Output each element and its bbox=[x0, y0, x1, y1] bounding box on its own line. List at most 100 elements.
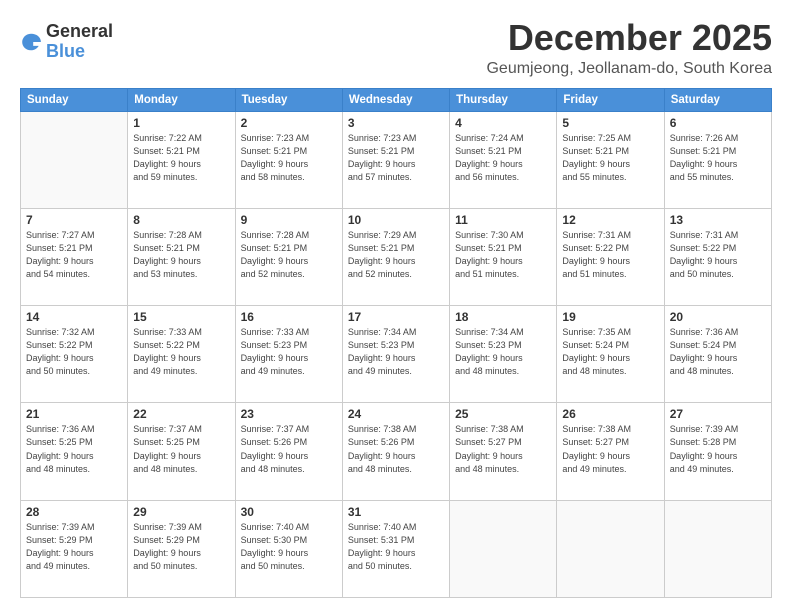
day-info: Sunrise: 7:22 AM Sunset: 5:21 PM Dayligh… bbox=[133, 132, 229, 184]
header-tuesday: Tuesday bbox=[235, 88, 342, 111]
day-info: Sunrise: 7:23 AM Sunset: 5:21 PM Dayligh… bbox=[241, 132, 337, 184]
day-number: 9 bbox=[241, 213, 337, 227]
calendar-week-row: 28 Sunrise: 7:39 AM Sunset: 5:29 PM Dayli… bbox=[21, 500, 772, 597]
day-number: 17 bbox=[348, 310, 444, 324]
day-number: 23 bbox=[241, 407, 337, 421]
day-number: 3 bbox=[348, 116, 444, 130]
day-number: 6 bbox=[670, 116, 766, 130]
month-title: December 2025 bbox=[486, 18, 772, 58]
calendar-table: Sunday Monday Tuesday Wednesday Thursday… bbox=[20, 88, 772, 598]
logo-text: General Blue bbox=[46, 22, 113, 62]
table-row: 15 Sunrise: 7:33 AM Sunset: 5:22 PM Dayli… bbox=[128, 306, 235, 403]
day-number: 4 bbox=[455, 116, 551, 130]
day-info: Sunrise: 7:36 AM Sunset: 5:24 PM Dayligh… bbox=[670, 326, 766, 378]
day-number: 14 bbox=[26, 310, 122, 324]
day-info: Sunrise: 7:23 AM Sunset: 5:21 PM Dayligh… bbox=[348, 132, 444, 184]
table-row bbox=[21, 111, 128, 208]
table-row: 14 Sunrise: 7:32 AM Sunset: 5:22 PM Dayli… bbox=[21, 306, 128, 403]
table-row: 24 Sunrise: 7:38 AM Sunset: 5:26 PM Dayli… bbox=[342, 403, 449, 500]
table-row: 26Sunrise: 7:38 AM Sunset: 5:27 PM Dayli… bbox=[557, 403, 664, 500]
day-number: 28 bbox=[26, 505, 122, 519]
day-info: Sunrise: 7:33 AM Sunset: 5:22 PM Dayligh… bbox=[133, 326, 229, 378]
day-info: Sunrise: 7:37 AM Sunset: 5:26 PM Dayligh… bbox=[241, 423, 337, 475]
table-row bbox=[664, 500, 771, 597]
day-info: Sunrise: 7:29 AM Sunset: 5:21 PM Dayligh… bbox=[348, 229, 444, 281]
day-number: 31 bbox=[348, 505, 444, 519]
day-number: 24 bbox=[348, 407, 444, 421]
day-number: 20 bbox=[670, 310, 766, 324]
table-row: 28 Sunrise: 7:39 AM Sunset: 5:29 PM Dayli… bbox=[21, 500, 128, 597]
day-info: Sunrise: 7:34 AM Sunset: 5:23 PM Dayligh… bbox=[348, 326, 444, 378]
calendar-header-row: Sunday Monday Tuesday Wednesday Thursday… bbox=[21, 88, 772, 111]
table-row: 12Sunrise: 7:31 AM Sunset: 5:22 PM Dayli… bbox=[557, 208, 664, 305]
calendar-week-row: 14 Sunrise: 7:32 AM Sunset: 5:22 PM Dayli… bbox=[21, 306, 772, 403]
day-number: 29 bbox=[133, 505, 229, 519]
table-row: 11 Sunrise: 7:30 AM Sunset: 5:21 PM Dayli… bbox=[450, 208, 557, 305]
day-info: Sunrise: 7:28 AM Sunset: 5:21 PM Dayligh… bbox=[133, 229, 229, 281]
day-info: Sunrise: 7:25 AM Sunset: 5:21 PM Dayligh… bbox=[562, 132, 658, 184]
day-number: 16 bbox=[241, 310, 337, 324]
header-sunday: Sunday bbox=[21, 88, 128, 111]
header-saturday: Saturday bbox=[664, 88, 771, 111]
table-row: 31Sunrise: 7:40 AM Sunset: 5:31 PM Dayli… bbox=[342, 500, 449, 597]
day-number: 19 bbox=[562, 310, 658, 324]
day-info: Sunrise: 7:26 AM Sunset: 5:21 PM Dayligh… bbox=[670, 132, 766, 184]
table-row: 1 Sunrise: 7:22 AM Sunset: 5:21 PM Daylig… bbox=[128, 111, 235, 208]
day-info: Sunrise: 7:39 AM Sunset: 5:29 PM Dayligh… bbox=[26, 521, 122, 573]
table-row: 16Sunrise: 7:33 AM Sunset: 5:23 PM Dayli… bbox=[235, 306, 342, 403]
header-thursday: Thursday bbox=[450, 88, 557, 111]
logo-icon bbox=[20, 31, 42, 53]
table-row: 27Sunrise: 7:39 AM Sunset: 5:28 PM Dayli… bbox=[664, 403, 771, 500]
table-row: 7 Sunrise: 7:27 AM Sunset: 5:21 PM Daylig… bbox=[21, 208, 128, 305]
table-row: 23 Sunrise: 7:37 AM Sunset: 5:26 PM Dayli… bbox=[235, 403, 342, 500]
day-number: 7 bbox=[26, 213, 122, 227]
table-row: 19 Sunrise: 7:35 AM Sunset: 5:24 PM Dayli… bbox=[557, 306, 664, 403]
day-info: Sunrise: 7:39 AM Sunset: 5:29 PM Dayligh… bbox=[133, 521, 229, 573]
table-row bbox=[557, 500, 664, 597]
day-number: 13 bbox=[670, 213, 766, 227]
day-number: 5 bbox=[562, 116, 658, 130]
title-block: December 2025 Geumjeong, Jeollanam-do, S… bbox=[486, 18, 772, 78]
header: General Blue December 2025 Geumjeong, Je… bbox=[20, 18, 772, 78]
table-row: 22Sunrise: 7:37 AM Sunset: 5:25 PM Dayli… bbox=[128, 403, 235, 500]
table-row: 8 Sunrise: 7:28 AM Sunset: 5:21 PM Daylig… bbox=[128, 208, 235, 305]
day-info: Sunrise: 7:34 AM Sunset: 5:23 PM Dayligh… bbox=[455, 326, 551, 378]
logo: General Blue bbox=[20, 22, 113, 62]
calendar-week-row: 21 Sunrise: 7:36 AM Sunset: 5:25 PM Dayli… bbox=[21, 403, 772, 500]
day-info: Sunrise: 7:38 AM Sunset: 5:27 PM Dayligh… bbox=[455, 423, 551, 475]
day-number: 21 bbox=[26, 407, 122, 421]
table-row: 9Sunrise: 7:28 AM Sunset: 5:21 PM Daylig… bbox=[235, 208, 342, 305]
day-info: Sunrise: 7:32 AM Sunset: 5:22 PM Dayligh… bbox=[26, 326, 122, 378]
table-row: 30Sunrise: 7:40 AM Sunset: 5:30 PM Dayli… bbox=[235, 500, 342, 597]
table-row: 5 Sunrise: 7:25 AM Sunset: 5:21 PM Daylig… bbox=[557, 111, 664, 208]
calendar-week-row: 1 Sunrise: 7:22 AM Sunset: 5:21 PM Daylig… bbox=[21, 111, 772, 208]
day-number: 11 bbox=[455, 213, 551, 227]
day-info: Sunrise: 7:24 AM Sunset: 5:21 PM Dayligh… bbox=[455, 132, 551, 184]
table-row: 2Sunrise: 7:23 AM Sunset: 5:21 PM Daylig… bbox=[235, 111, 342, 208]
table-row: 4 Sunrise: 7:24 AM Sunset: 5:21 PM Daylig… bbox=[450, 111, 557, 208]
location-title: Geumjeong, Jeollanam-do, South Korea bbox=[486, 60, 772, 78]
day-number: 15 bbox=[133, 310, 229, 324]
day-number: 26 bbox=[562, 407, 658, 421]
table-row: 17 Sunrise: 7:34 AM Sunset: 5:23 PM Dayli… bbox=[342, 306, 449, 403]
header-monday: Monday bbox=[128, 88, 235, 111]
day-number: 8 bbox=[133, 213, 229, 227]
header-wednesday: Wednesday bbox=[342, 88, 449, 111]
table-row: 10Sunrise: 7:29 AM Sunset: 5:21 PM Dayli… bbox=[342, 208, 449, 305]
table-row: 20 Sunrise: 7:36 AM Sunset: 5:24 PM Dayli… bbox=[664, 306, 771, 403]
day-number: 27 bbox=[670, 407, 766, 421]
table-row: 13 Sunrise: 7:31 AM Sunset: 5:22 PM Dayli… bbox=[664, 208, 771, 305]
table-row: 29 Sunrise: 7:39 AM Sunset: 5:29 PM Dayli… bbox=[128, 500, 235, 597]
page: General Blue December 2025 Geumjeong, Je… bbox=[0, 0, 792, 612]
header-friday: Friday bbox=[557, 88, 664, 111]
table-row bbox=[450, 500, 557, 597]
day-info: Sunrise: 7:40 AM Sunset: 5:30 PM Dayligh… bbox=[241, 521, 337, 573]
day-info: Sunrise: 7:36 AM Sunset: 5:25 PM Dayligh… bbox=[26, 423, 122, 475]
day-info: Sunrise: 7:35 AM Sunset: 5:24 PM Dayligh… bbox=[562, 326, 658, 378]
day-info: Sunrise: 7:27 AM Sunset: 5:21 PM Dayligh… bbox=[26, 229, 122, 281]
day-number: 18 bbox=[455, 310, 551, 324]
day-info: Sunrise: 7:31 AM Sunset: 5:22 PM Dayligh… bbox=[670, 229, 766, 281]
day-info: Sunrise: 7:30 AM Sunset: 5:21 PM Dayligh… bbox=[455, 229, 551, 281]
day-number: 1 bbox=[133, 116, 229, 130]
day-info: Sunrise: 7:38 AM Sunset: 5:26 PM Dayligh… bbox=[348, 423, 444, 475]
